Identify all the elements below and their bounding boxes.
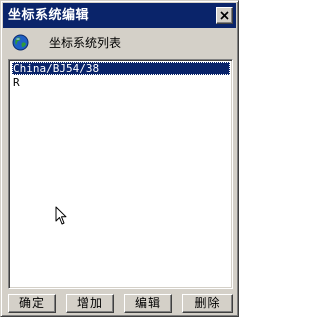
title-bar[interactable]: 坐标系统编辑 [3, 3, 236, 28]
close-icon [220, 11, 229, 20]
coordinate-system-list[interactable]: China/BJ54/38 R [8, 59, 233, 289]
globe-icon [12, 34, 29, 51]
list-item[interactable]: R [12, 76, 20, 89]
list-item[interactable]: China/BJ54/38 [12, 62, 230, 75]
add-button[interactable]: 增加 [66, 294, 114, 313]
delete-button[interactable]: 删除 [182, 294, 233, 313]
close-button[interactable] [216, 7, 233, 24]
list-title: 坐标系统列表 [49, 36, 122, 50]
window-title: 坐标系统编辑 [8, 8, 90, 23]
coordinate-system-dialog: 坐标系统编辑 坐标系统列表 China/BJ54/38 R 确定 增加 编辑 删… [0, 0, 239, 317]
mouse-pointer-icon [55, 206, 67, 225]
edit-button[interactable]: 编辑 [124, 294, 172, 313]
ok-button[interactable]: 确定 [8, 294, 56, 313]
list-header: 坐标系统列表 [1, 29, 238, 57]
